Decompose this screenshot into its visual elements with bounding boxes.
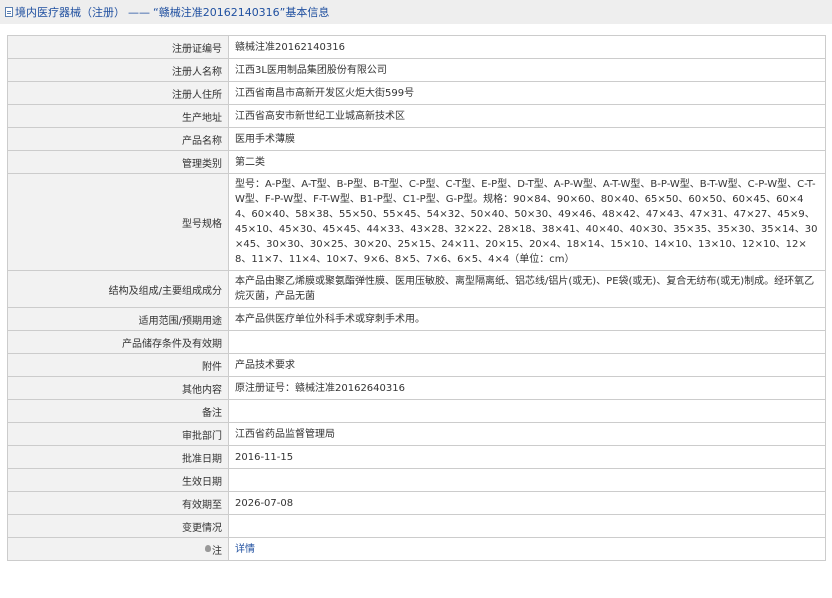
row-label: 产品储存条件及有效期 bbox=[7, 330, 229, 354]
row-value bbox=[228, 514, 826, 538]
row-label: 适用范围/预期用途 bbox=[7, 307, 229, 331]
row-label: 注册人名称 bbox=[7, 58, 229, 82]
table-row: 变更情况 bbox=[7, 514, 826, 538]
row-value: 2026-07-08 bbox=[228, 491, 826, 515]
row-value: 2016-11-15 bbox=[228, 445, 826, 469]
table-row: 产品名称 医用手术薄膜 bbox=[7, 127, 826, 151]
note-label: 注 bbox=[7, 537, 229, 561]
row-value bbox=[228, 330, 826, 354]
table-row: 适用范围/预期用途 本产品供医疗单位外科手术或穿刺手术用。 bbox=[7, 307, 826, 331]
row-label: 批准日期 bbox=[7, 445, 229, 469]
note-label-wrap: 注 bbox=[205, 542, 222, 557]
table-row: 管理类别 第二类 bbox=[7, 150, 826, 174]
row-value: 原注册证号：赣械注准20162640316 bbox=[228, 376, 826, 400]
lightbulb-icon bbox=[205, 544, 211, 552]
breadcrumb-link[interactable]: 境内医疗器械（注册） bbox=[15, 4, 125, 20]
row-label: 有效期至 bbox=[7, 491, 229, 515]
row-value: 产品技术要求 bbox=[228, 353, 826, 377]
row-label: 其他内容 bbox=[7, 376, 229, 400]
row-label: 变更情况 bbox=[7, 514, 229, 538]
row-value: 江西省药品监督管理局 bbox=[228, 422, 826, 446]
table-row: 附件 产品技术要求 bbox=[7, 353, 826, 377]
table-row: 注册证编号 赣械注准20162140316 bbox=[7, 35, 826, 59]
note-row: 注 详情 bbox=[7, 537, 826, 561]
row-label: 生产地址 bbox=[7, 104, 229, 128]
row-label: 结构及组成/主要组成成分 bbox=[7, 270, 229, 308]
table-row: 备注 bbox=[7, 399, 826, 423]
table-row: 其他内容 原注册证号：赣械注准20162640316 bbox=[7, 376, 826, 400]
row-value: 本产品供医疗单位外科手术或穿刺手术用。 bbox=[228, 307, 826, 331]
row-value: 赣械注准20162140316 bbox=[228, 35, 826, 59]
row-label: 管理类别 bbox=[7, 150, 229, 174]
page-title: “赣械注准20162140316”基本信息 bbox=[153, 6, 330, 19]
breadcrumb-separator: —— bbox=[128, 5, 150, 19]
row-value: 医用手术薄膜 bbox=[228, 127, 826, 151]
table-row: 生效日期 bbox=[7, 468, 826, 492]
row-value bbox=[228, 468, 826, 492]
note-label-text: 注 bbox=[212, 545, 222, 557]
table-row: 产品储存条件及有效期 bbox=[7, 330, 826, 354]
info-table: 注册证编号 赣械注准20162140316 注册人名称 江西3L医用制品集团股份… bbox=[7, 35, 826, 561]
row-label: 审批部门 bbox=[7, 422, 229, 446]
table-row: 注册人住所 江西省南昌市高新开发区火炬大街599号 bbox=[7, 81, 826, 105]
row-value: 第二类 bbox=[228, 150, 826, 174]
row-value: 江西省高安市新世纪工业城高新技术区 bbox=[228, 104, 826, 128]
table-row: 型号规格 型号：A-P型、A-T型、B-P型、B-T型、C-P型、C-T型、E-… bbox=[7, 173, 826, 271]
detail-link[interactable]: 详情 bbox=[235, 544, 255, 555]
page-header: 境内医疗器械（注册） —— “赣械注准20162140316”基本信息 bbox=[0, 0, 832, 24]
row-value: 江西3L医用制品集团股份有限公司 bbox=[228, 58, 826, 82]
row-label: 产品名称 bbox=[7, 127, 229, 151]
composition-value: 本产品由聚乙烯膜或聚氨酯弹性膜、医用压敏胶、离型隔离纸、铝芯线/铝片(或无)、P… bbox=[228, 270, 826, 308]
row-value: 江西省南昌市高新开发区火炬大街599号 bbox=[228, 81, 826, 105]
row-value bbox=[228, 399, 826, 423]
table-row: 注册人名称 江西3L医用制品集团股份有限公司 bbox=[7, 58, 826, 82]
model-spec-value: 型号：A-P型、A-T型、B-P型、B-T型、C-P型、C-T型、E-P型、D-… bbox=[228, 173, 826, 271]
note-value: 详情 bbox=[228, 537, 826, 561]
row-label: 生效日期 bbox=[7, 468, 229, 492]
row-label: 备注 bbox=[7, 399, 229, 423]
table-row: 结构及组成/主要组成成分 本产品由聚乙烯膜或聚氨酯弹性膜、医用压敏胶、离型隔离纸… bbox=[7, 270, 826, 308]
row-label: 附件 bbox=[7, 353, 229, 377]
row-label: 型号规格 bbox=[7, 173, 229, 271]
table-row: 审批部门 江西省药品监督管理局 bbox=[7, 422, 826, 446]
row-label: 注册人住所 bbox=[7, 81, 229, 105]
document-icon bbox=[5, 7, 13, 17]
table-row: 批准日期 2016-11-15 bbox=[7, 445, 826, 469]
table-row: 生产地址 江西省高安市新世纪工业城高新技术区 bbox=[7, 104, 826, 128]
table-row: 有效期至 2026-07-08 bbox=[7, 491, 826, 515]
row-label: 注册证编号 bbox=[7, 35, 229, 59]
